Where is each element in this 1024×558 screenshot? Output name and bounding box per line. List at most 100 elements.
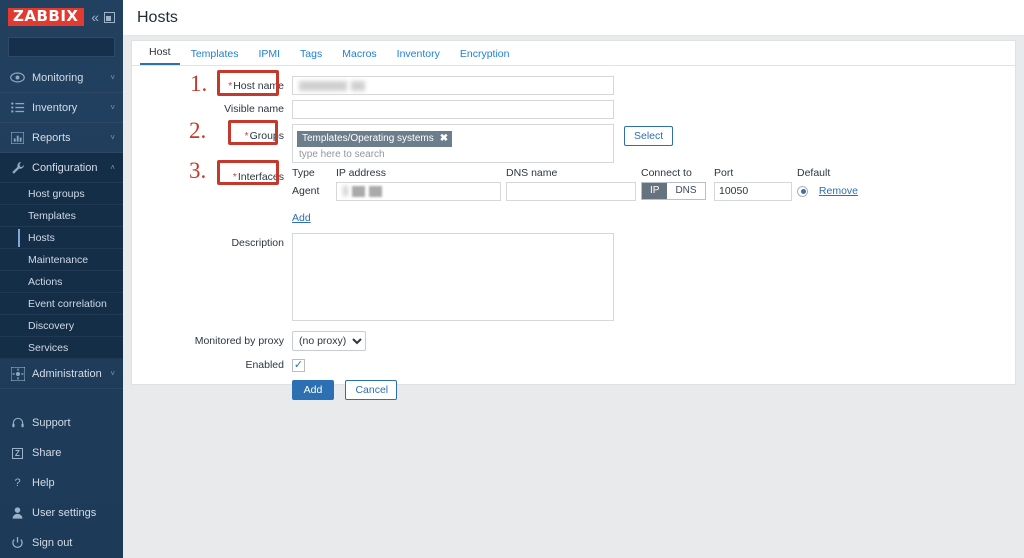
bar-chart-icon <box>10 130 25 145</box>
chevron-down-icon: ˅ <box>110 103 115 112</box>
host-name-label: *Host name <box>228 80 284 92</box>
tab-inventory[interactable]: Inventory <box>388 45 449 65</box>
kiosk-mode-icon[interactable] <box>104 11 115 23</box>
sidebar-controls: « <box>91 10 115 24</box>
sidebar-item-sign-out[interactable]: Sign out <box>0 528 123 558</box>
tab-tags[interactable]: Tags <box>291 45 331 65</box>
required-asterisk: * <box>244 129 249 142</box>
sidebar-subitem-label: Host groups <box>28 187 85 200</box>
redacted-value <box>343 186 348 196</box>
sidebar-footer-label: User settings <box>32 507 97 519</box>
column-type: Type <box>292 166 315 179</box>
wrench-icon <box>10 160 25 175</box>
group-chip[interactable]: Templates/Operating systems ✖ <box>297 130 453 147</box>
redacted-value <box>351 80 365 91</box>
visible-name-label: Visible name <box>224 103 284 115</box>
description-label: Description <box>231 236 284 249</box>
chevron-up-icon: ˄ <box>110 163 115 172</box>
share-z-icon: Z <box>10 447 25 459</box>
sidebar-item-label: Reports <box>32 131 71 144</box>
form-tabs: Host Templates IPMI Tags Macros Inventor… <box>132 41 1015 66</box>
tab-encryption[interactable]: Encryption <box>451 45 519 65</box>
enabled-checkbox[interactable]: ✓ <box>292 358 305 372</box>
sidebar-item-templates[interactable]: Templates <box>0 205 123 227</box>
chevron-down-icon: ˅ <box>110 133 115 142</box>
column-dns-name: DNS name <box>506 166 558 179</box>
sidebar-subitem-label: Maintenance <box>28 253 89 266</box>
sidebar-subitem-label: Event correlation <box>28 297 107 310</box>
interface-ip-input[interactable] <box>336 181 501 201</box>
sidebar-item-help[interactable]: ? Help <box>0 468 123 498</box>
field-enabled: Enabled ✓ <box>132 355 1015 373</box>
redacted-value <box>352 185 365 197</box>
sidebar-item-support[interactable]: Support <box>0 408 123 438</box>
sidebar-item-maintenance[interactable]: Maintenance <box>0 249 123 271</box>
sidebar-search[interactable] <box>8 37 123 57</box>
submit-add-button[interactable]: Add <box>292 379 334 400</box>
chevron-down-icon: ˅ <box>110 73 115 82</box>
groups-label: *Groups <box>244 129 284 142</box>
select-button[interactable]: Select <box>624 125 674 146</box>
sidebar-item-services[interactable]: Services <box>0 337 123 359</box>
visible-name-input[interactable] <box>292 99 614 119</box>
cancel-button[interactable]: Cancel <box>345 379 398 400</box>
sidebar-subitem-label: Actions <box>28 275 63 288</box>
groups-multiselect[interactable]: Templates/Operating systems ✖ type here … <box>292 123 614 163</box>
interface-add-link[interactable]: Add <box>292 212 311 224</box>
tab-templates[interactable]: Templates <box>182 45 248 65</box>
search-input[interactable] <box>14 40 123 54</box>
tab-ipmi[interactable]: IPMI <box>249 45 289 65</box>
interface-remove-link[interactable]: Remove <box>819 185 858 197</box>
connect-to-toggle[interactable]: IP DNS <box>641 182 706 200</box>
sidebar-subitem-label: Services <box>28 341 69 354</box>
eye-icon <box>10 70 25 85</box>
interface-default-radio[interactable] <box>797 185 808 197</box>
sidebar-item-configuration[interactable]: Configuration ˄ <box>0 153 123 183</box>
close-icon[interactable]: ✖ <box>440 132 448 145</box>
sidebar-subitem-label: Discovery <box>28 319 75 332</box>
groups-search-placeholder[interactable]: type here to search <box>297 147 609 160</box>
chevron-down-icon: ˅ <box>110 369 115 378</box>
sidebar-item-discovery[interactable]: Discovery <box>0 315 123 337</box>
monitored-by-proxy-label: Monitored by proxy <box>194 334 284 347</box>
monitored-by-proxy-select[interactable]: (no proxy) <box>292 330 366 351</box>
sidebar-item-inventory[interactable]: Inventory ˅ <box>0 93 123 123</box>
gear-icon <box>10 366 25 381</box>
field-groups: *Groups Templates/Operating systems ✖ ty… <box>132 123 1015 163</box>
column-ip-address: IP address <box>336 166 387 179</box>
sidebar-item-administration[interactable]: Administration ˅ <box>0 359 123 389</box>
sidebar-item-share[interactable]: Z Share <box>0 438 123 468</box>
zabbix-logo[interactable]: ZABBIX <box>8 8 84 26</box>
field-interfaces: *Interfaces Type IP address DNS name Con… <box>132 167 1015 226</box>
interface-port-input[interactable] <box>714 181 792 201</box>
interfaces-label: *Interfaces <box>232 170 284 183</box>
sidebar: ZABBIX « Monitoring ˅ Inventory ˅ Report… <box>0 0 123 558</box>
sidebar-item-reports[interactable]: Reports ˅ <box>0 123 123 153</box>
sidebar-item-label: Configuration <box>32 161 98 174</box>
sidebar-item-host-groups[interactable]: Host groups <box>0 183 123 205</box>
sidebar-item-actions[interactable]: Actions <box>0 271 123 293</box>
sidebar-nav: Monitoring ˅ Inventory ˅ Reports ˅ Confi… <box>0 63 123 389</box>
annotation-number-2: 2. <box>189 118 207 143</box>
sidebar-item-monitoring[interactable]: Monitoring ˅ <box>0 63 123 93</box>
sidebar-item-user-settings[interactable]: User settings <box>0 498 123 528</box>
connect-to-dns-option[interactable]: DNS <box>667 183 705 199</box>
host-name-input[interactable] <box>292 76 614 95</box>
tab-host[interactable]: Host <box>140 43 180 65</box>
tab-macros[interactable]: Macros <box>333 45 385 65</box>
interface-dns-input[interactable] <box>506 181 636 201</box>
actions-spacer <box>132 380 292 384</box>
sidebar-footer-label: Sign out <box>32 537 73 549</box>
connect-to-ip-option[interactable]: IP <box>642 183 668 199</box>
zabbix-host-configuration-page: ZABBIX « Monitoring ˅ Inventory ˅ Report… <box>0 0 1024 558</box>
host-form-card: Host Templates IPMI Tags Macros Inventor… <box>131 40 1016 400</box>
redacted-value <box>299 80 347 91</box>
annotation-number-1: 1. <box>190 71 208 96</box>
power-icon <box>10 537 25 549</box>
chevron-double-left-icon[interactable]: « <box>91 10 99 24</box>
description-textarea[interactable] <box>292 232 614 321</box>
sidebar-subitem-label: Hosts <box>28 231 55 244</box>
sidebar-item-event-correlation[interactable]: Event correlation <box>0 293 123 315</box>
sidebar-subitem-label: Templates <box>28 209 76 222</box>
sidebar-item-hosts[interactable]: Hosts <box>0 227 123 249</box>
